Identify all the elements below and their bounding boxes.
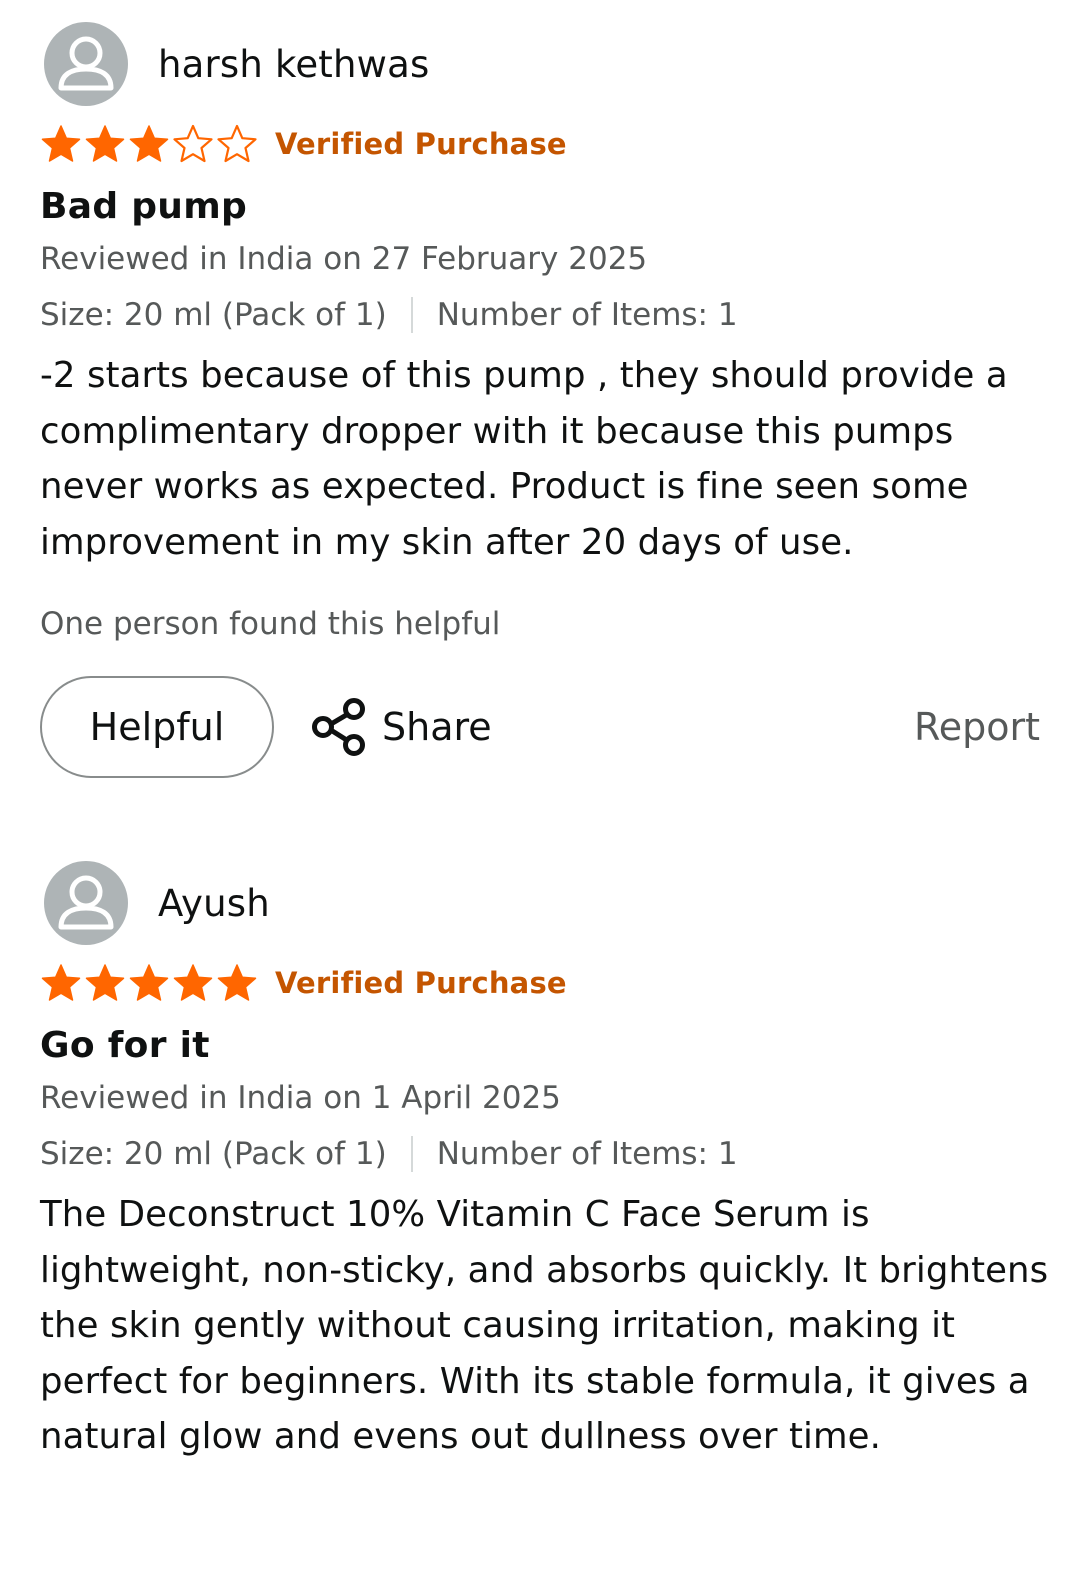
reviewer-name: harsh kethwas xyxy=(158,42,430,86)
reviewer-profile[interactable]: Ayush xyxy=(40,861,1050,945)
review-actions: Helpful Share Report xyxy=(40,675,1050,779)
review-card: harsh kethwas Verified Purchase Bad pump… xyxy=(40,22,1050,779)
share-label: Share xyxy=(382,705,492,749)
share-icon xyxy=(312,698,365,756)
review-body: The Deconstruct 10% Vitamin C Face Serum… xyxy=(40,1194,1049,1457)
star-empty-icon xyxy=(173,124,213,163)
variant-items: Number of Items: 1 xyxy=(436,297,738,333)
variant-size: Size: 20 ml (Pack of 1) xyxy=(40,1136,387,1172)
review-date: Reviewed in India on 27 February 2025 xyxy=(40,241,648,277)
variant-info: Size: 20 ml (Pack of 1) Number of Items:… xyxy=(40,1133,1050,1175)
helpful-button[interactable]: Helpful xyxy=(40,676,274,778)
reviewer-name: Ayush xyxy=(158,881,270,925)
star-rating[interactable] xyxy=(40,123,258,165)
star-filled-icon xyxy=(85,964,125,1001)
reviewer-profile[interactable]: harsh kethwas xyxy=(40,22,1050,106)
review-title: Bad pump xyxy=(40,186,248,227)
divider xyxy=(410,297,413,333)
variant-items: Number of Items: 1 xyxy=(436,1136,738,1172)
rating-row: Verified Purchase xyxy=(40,122,1050,166)
variant-size: Size: 20 ml (Pack of 1) xyxy=(40,297,387,333)
star-filled-icon xyxy=(129,964,169,1001)
report-link[interactable]: Report xyxy=(914,705,1040,749)
star-filled-icon xyxy=(41,964,81,1001)
user-avatar-icon xyxy=(44,861,128,945)
divider xyxy=(410,1136,413,1172)
star-empty-icon xyxy=(217,124,257,163)
review-card: Ayush Verified Purchase Go for it Review… xyxy=(40,861,1050,1465)
verified-purchase-badge: Verified Purchase xyxy=(275,966,567,1000)
star-filled-icon xyxy=(41,125,81,162)
star-filled-icon xyxy=(85,125,125,162)
helpful-count: One person found this helpful xyxy=(40,606,501,642)
review-body: -2 starts because of this pump , they sh… xyxy=(40,355,1008,563)
user-avatar-icon xyxy=(44,22,128,106)
star-filled-icon xyxy=(129,125,169,162)
review-title: Go for it xyxy=(40,1025,210,1066)
rating-row: Verified Purchase xyxy=(40,961,1050,1005)
review-date: Reviewed in India on 1 April 2025 xyxy=(40,1080,561,1116)
star-filled-icon xyxy=(173,964,213,1001)
star-rating[interactable] xyxy=(40,962,258,1004)
share-button[interactable]: Share xyxy=(310,697,492,757)
star-filled-icon xyxy=(217,964,257,1001)
variant-info: Size: 20 ml (Pack of 1) Number of Items:… xyxy=(40,294,1050,336)
verified-purchase-badge: Verified Purchase xyxy=(275,127,567,161)
